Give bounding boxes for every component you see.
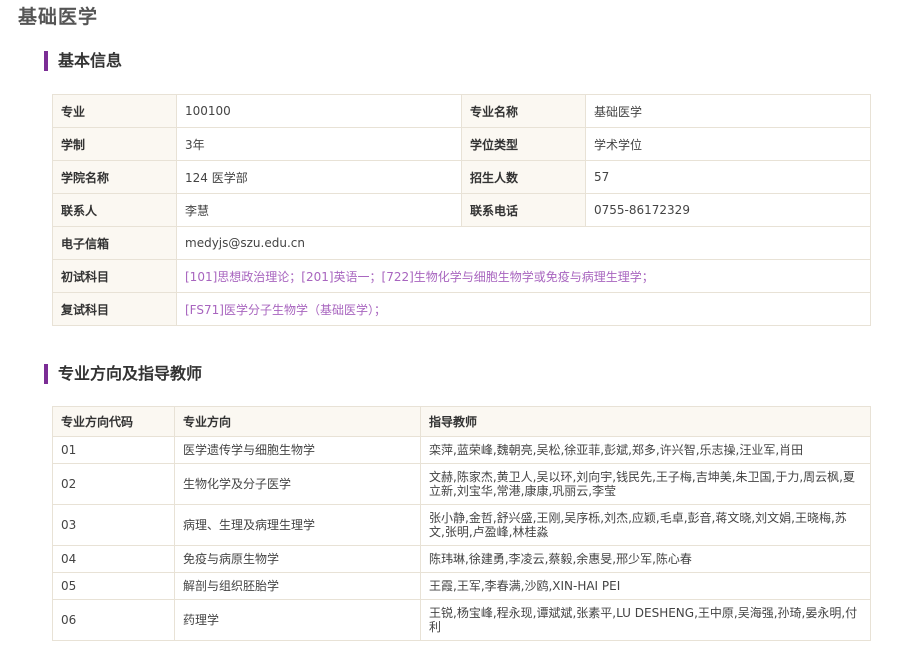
- table-row: 04 免疫与病原生物学 陈玮琳,徐建勇,李凌云,蔡毅,余惠旻,邢少军,陈心春: [52, 545, 871, 573]
- phone-value: 0755-86172329: [585, 193, 871, 227]
- enrollment-label: 招生人数: [461, 160, 586, 194]
- direction-name: 免疫与病原生物学: [174, 545, 421, 573]
- college-label: 学院名称: [52, 160, 177, 194]
- info-row-contact: 联系人 李慧 联系电话 0755-86172329: [52, 193, 871, 227]
- info-row-prelim: 初试科目 [101]思想政治理论；[201]英语一；[722]生物化学与细胞生物…: [52, 259, 871, 293]
- direction-code: 06: [52, 599, 175, 641]
- direction-name: 解剖与组织胚胎学: [174, 572, 421, 600]
- direction-code: 02: [52, 463, 175, 505]
- email-label: 电子信箱: [52, 226, 177, 260]
- table-row: 02 生物化学及分子医学 文赫,陈家杰,黄卫人,吴以环,刘向宇,钱民先,王子梅,…: [52, 463, 871, 505]
- basic-info-table: 专业 100100 专业名称 基础医学 学制 3年 学位类型 学术学位 学院名称…: [52, 94, 871, 326]
- retest-subjects-label: 复试科目: [52, 292, 177, 326]
- direction-advisors: 文赫,陈家杰,黄卫人,吴以环,刘向宇,钱民先,王子梅,吉坤美,朱卫国,于力,周云…: [420, 463, 871, 505]
- direction-code: 04: [52, 545, 175, 573]
- header-name: 专业方向: [174, 406, 421, 437]
- major-code-label: 专业: [52, 94, 177, 128]
- info-row-email: 电子信箱 medyjs@szu.edu.cn: [52, 226, 871, 260]
- direction-code: 03: [52, 504, 175, 546]
- direction-code: 05: [52, 572, 175, 600]
- duration-value: 3年: [176, 127, 462, 161]
- direction-name: 生物化学及分子医学: [174, 463, 421, 505]
- direction-name: 医学遗传学与细胞生物学: [174, 436, 421, 464]
- direction-advisors: 王锐,杨宝峰,程永现,谭斌斌,张素平,LU DESHENG,王中原,吴海强,孙琦…: [420, 599, 871, 641]
- header-advisors: 指导教师: [420, 406, 871, 437]
- direction-advisors: 张小静,金哲,舒兴盛,王刚,吴序栎,刘杰,应颖,毛卓,彭音,蒋文晓,刘文娟,王晓…: [420, 504, 871, 546]
- table-row: 01 医学遗传学与细胞生物学 栾萍,蓝荣峰,魏朝亮,吴松,徐亚菲,彭斌,郑多,许…: [52, 436, 871, 464]
- page-title: 基础医学: [18, 6, 99, 28]
- table-row: 03 病理、生理及病理生理学 张小静,金哲,舒兴盛,王刚,吴序栎,刘杰,应颖,毛…: [52, 504, 871, 546]
- header-code: 专业方向代码: [52, 406, 175, 437]
- table-row: 06 药理学 王锐,杨宝峰,程永现,谭斌斌,张素平,LU DESHENG,王中原…: [52, 599, 871, 641]
- direction-advisors: 王霞,王军,李春满,沙鸥,XIN-HAI PEI: [420, 572, 871, 600]
- directions-header-row: 专业方向代码 专业方向 指导教师: [52, 406, 871, 437]
- duration-label: 学制: [52, 127, 177, 161]
- major-name-value: 基础医学: [585, 94, 871, 128]
- enrollment-value: 57: [585, 160, 871, 194]
- direction-name: 病理、生理及病理生理学: [174, 504, 421, 546]
- info-row-major: 专业 100100 专业名称 基础医学: [52, 94, 871, 128]
- direction-advisors: 陈玮琳,徐建勇,李凌云,蔡毅,余惠旻,邢少军,陈心春: [420, 545, 871, 573]
- direction-code: 01: [52, 436, 175, 464]
- degree-type-value: 学术学位: [585, 127, 871, 161]
- college-value: 124 医学部: [176, 160, 462, 194]
- phone-label: 联系电话: [461, 193, 586, 227]
- info-row-duration: 学制 3年 学位类型 学术学位: [52, 127, 871, 161]
- major-name-label: 专业名称: [461, 94, 586, 128]
- retest-subjects-link[interactable]: [FS71]医学分子生物学（基础医学）；: [176, 292, 871, 326]
- basic-info-section-title: 基本信息: [44, 51, 122, 71]
- info-row-college: 学院名称 124 医学部 招生人数 57: [52, 160, 871, 194]
- prelim-subjects-link[interactable]: [101]思想政治理论；[201]英语一；[722]生物化学与细胞生物学或免疫与…: [176, 259, 871, 293]
- prelim-subjects-label: 初试科目: [52, 259, 177, 293]
- table-row: 05 解剖与组织胚胎学 王霞,王军,李春满,沙鸥,XIN-HAI PEI: [52, 572, 871, 600]
- contact-value: 李慧: [176, 193, 462, 227]
- info-row-retest: 复试科目 [FS71]医学分子生物学（基础医学）；: [52, 292, 871, 326]
- contact-label: 联系人: [52, 193, 177, 227]
- degree-type-label: 学位类型: [461, 127, 586, 161]
- directions-table: 专业方向代码 专业方向 指导教师 01 医学遗传学与细胞生物学 栾萍,蓝荣峰,魏…: [52, 406, 871, 641]
- direction-advisors: 栾萍,蓝荣峰,魏朝亮,吴松,徐亚菲,彭斌,郑多,许兴智,乐志操,汪业军,肖田: [420, 436, 871, 464]
- email-value[interactable]: medyjs@szu.edu.cn: [176, 226, 871, 260]
- directions-section-title: 专业方向及指导教师: [44, 364, 202, 384]
- major-code-value: 100100: [176, 94, 462, 128]
- direction-name: 药理学: [174, 599, 421, 641]
